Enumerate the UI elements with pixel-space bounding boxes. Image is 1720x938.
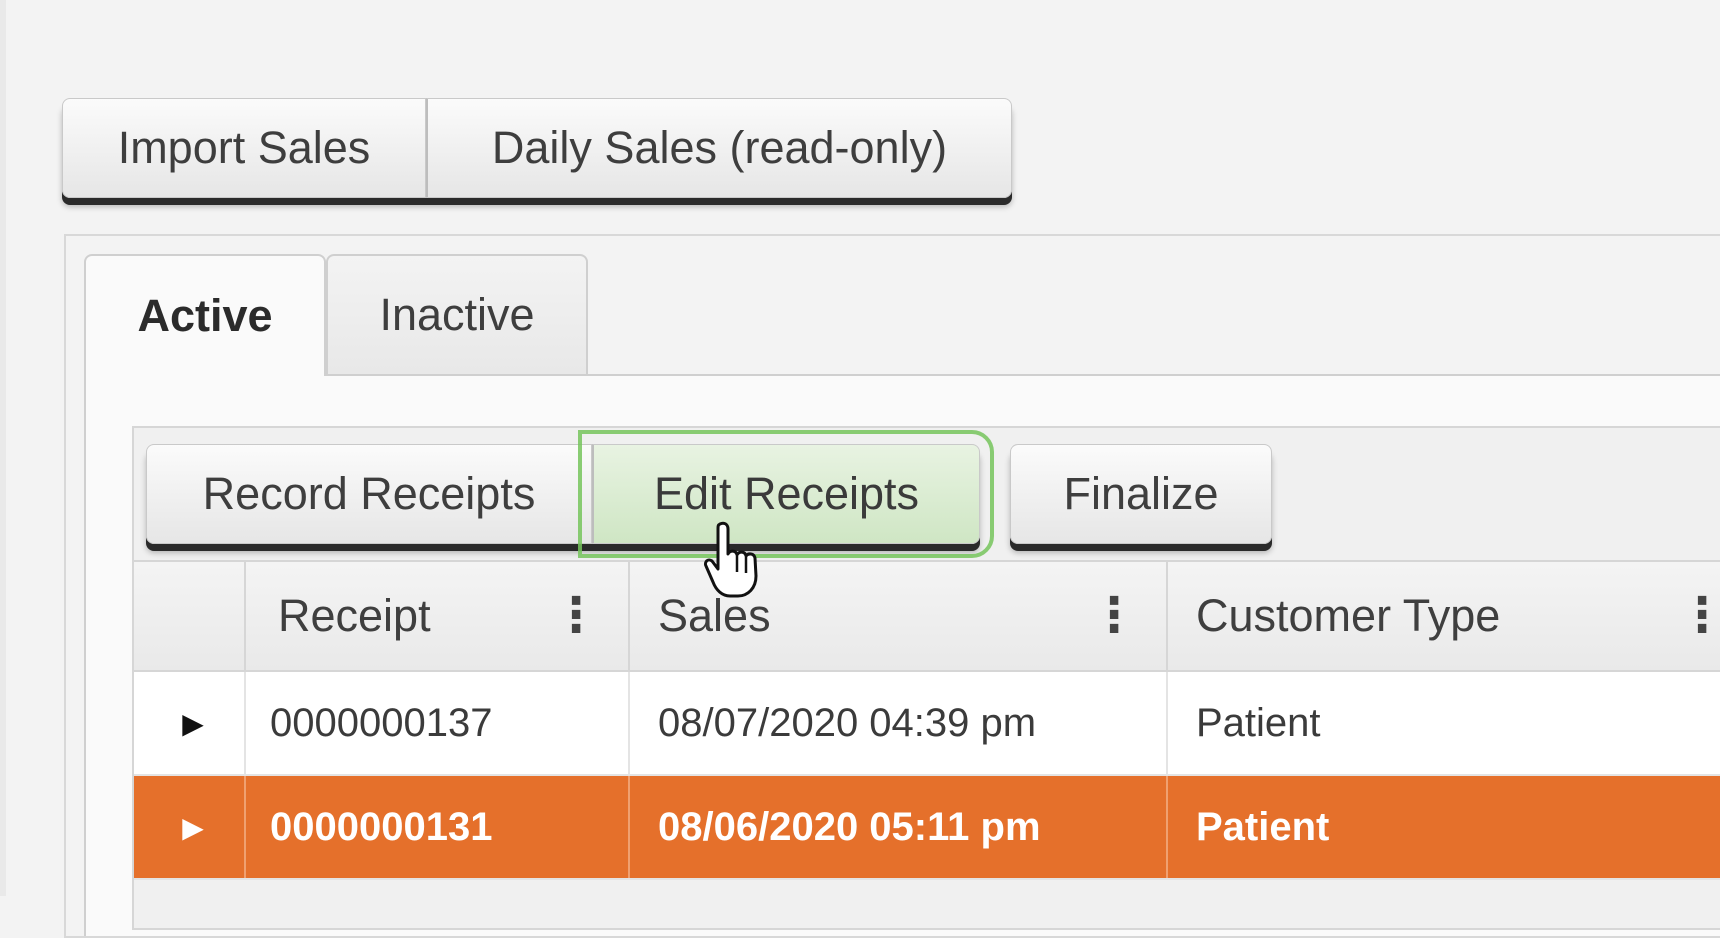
- edit-receipts-button[interactable]: Edit Receipts: [578, 430, 994, 558]
- tab-inactive[interactable]: Inactive: [326, 254, 588, 376]
- table-row[interactable]: ▶ 0000000137 08/07/2020 04:39 pm Patient: [134, 672, 1720, 776]
- column-header-label: Customer Type: [1196, 590, 1501, 641]
- table-row-selected[interactable]: ▶ 0000000131 08/06/2020 05:11 pm Patient: [134, 776, 1720, 880]
- left-edge: [0, 0, 6, 896]
- receipt-cell: 0000000137: [246, 672, 630, 774]
- receipt-cell: 0000000131: [246, 776, 630, 878]
- tab-active[interactable]: Active: [84, 254, 326, 376]
- column-header-label: Sales: [658, 590, 771, 641]
- column-header-customer-type[interactable]: Customer Type ⋮: [1168, 562, 1720, 670]
- kebab-icon[interactable]: ⋮: [1090, 592, 1138, 640]
- kebab-icon[interactable]: ⋮: [552, 592, 600, 640]
- grid-toolbar: Record Receipts Edit Receipts Finalize: [134, 428, 1720, 560]
- expand-cell[interactable]: ▶: [134, 672, 246, 774]
- expand-cell[interactable]: ▶: [134, 776, 246, 878]
- column-header-label: Receipt: [278, 590, 431, 641]
- receipt-button-group: Record Receipts Edit Receipts: [146, 430, 994, 558]
- receipts-table: Receipt ⋮ Sales ⋮ Customer Type ⋮ ▶ 0000…: [134, 560, 1720, 880]
- column-header-receipt[interactable]: Receipt ⋮: [246, 562, 630, 670]
- record-receipts-button[interactable]: Record Receipts: [146, 444, 592, 544]
- column-header-sales[interactable]: Sales ⋮: [630, 562, 1168, 670]
- expand-column-header: [134, 562, 246, 670]
- kebab-icon[interactable]: ⋮: [1678, 592, 1720, 640]
- table-header-row: Receipt ⋮ Sales ⋮ Customer Type ⋮: [134, 560, 1720, 672]
- sales-cell: 08/06/2020 05:11 pm: [630, 776, 1168, 878]
- sales-cell: 08/07/2020 04:39 pm: [630, 672, 1168, 774]
- triangle-right-icon[interactable]: ▶: [182, 707, 204, 740]
- top-toolbar: Import Sales Daily Sales (read-only): [62, 98, 1012, 198]
- triangle-right-icon[interactable]: ▶: [182, 811, 204, 844]
- finalize-button[interactable]: Finalize: [1010, 444, 1272, 544]
- customer-type-cell: Patient: [1196, 700, 1321, 745]
- receipts-grid: Record Receipts Edit Receipts Finalize R…: [132, 426, 1720, 930]
- import-sales-button[interactable]: Import Sales: [62, 98, 426, 198]
- daily-sales-button[interactable]: Daily Sales (read-only): [426, 98, 1012, 198]
- customer-type-cell: Patient: [1196, 804, 1330, 849]
